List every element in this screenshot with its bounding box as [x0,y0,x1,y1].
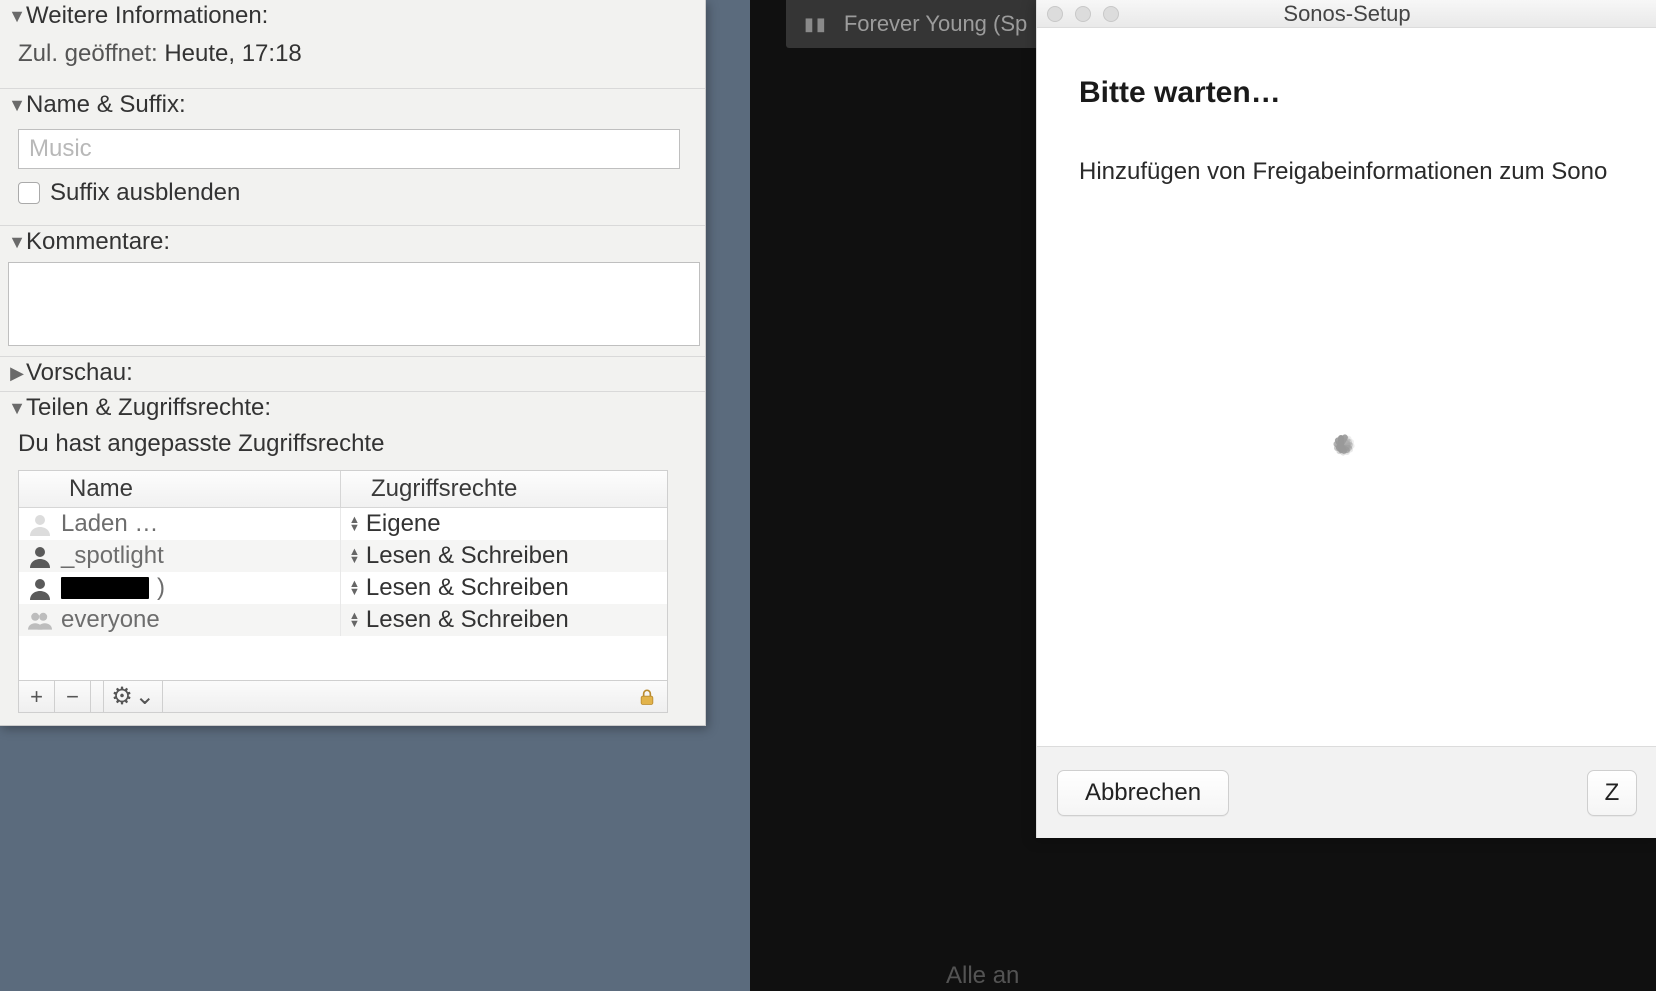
perm-user-name-suffix: ) [157,574,165,602]
sonos-setup-window: Sonos-Setup Bitte warten… Hinzufügen von… [1036,0,1656,838]
traffic-lights [1047,6,1119,22]
section-header-sharing[interactable]: ▼ Teilen & Zugriffsrechte: [0,391,705,426]
perm-value: Lesen & Schreiben [366,542,569,570]
permissions-toolbar: + − ⚙ ⌄ [18,680,668,713]
sonos-body: Bitte warten… Hinzufügen von Freigabeinf… [1037,28,1656,746]
user-icon [27,575,53,601]
section-label: Weitere Informationen: [26,2,268,30]
disclosure-triangle-icon[interactable]: ▼ [8,232,26,253]
group-icon [27,607,53,633]
user-icon [27,543,53,569]
hide-suffix-checkbox[interactable] [18,182,40,204]
sort-arrows-icon[interactable]: ▲▼ [349,580,360,596]
close-icon[interactable] [1047,6,1063,22]
perm-value: Lesen & Schreiben [366,574,569,602]
section-label: Teilen & Zugriffsrechte: [26,394,271,422]
section-body-more-info: Zul. geöffnet: Heute, 17:18 [0,34,705,88]
perm-col-priv: Zugriffsrechte [341,471,667,507]
section-header-comments[interactable]: ▼ Kommentare: [0,225,705,260]
perm-value: Eigene [366,510,441,538]
window-title: Sonos-Setup [1283,1,1410,27]
dialog-footer: Abbrechen Z [1037,746,1656,838]
minimize-icon[interactable] [1075,6,1091,22]
gear-icon: ⚙ [111,682,133,711]
section-label: Kommentare: [26,228,170,256]
loading-spinner-icon [1317,436,1377,496]
lock-button[interactable] [637,681,667,712]
perm-value: Lesen & Schreiben [366,606,569,634]
permissions-table-header: Name Zugriffsrechte [19,471,667,508]
remove-user-button[interactable]: − [55,681,91,712]
disclosure-triangle-icon[interactable]: ▼ [8,398,26,419]
next-button[interactable]: Z [1587,770,1637,816]
user-icon [27,511,53,537]
window-titlebar[interactable]: Sonos-Setup [1037,0,1656,28]
perm-user-name: _spotlight [61,542,164,570]
table-row[interactable]: Laden … ▲▼ Eigene [19,508,667,540]
section-header-name-suffix[interactable]: ▼ Name & Suffix: [0,88,705,123]
section-body-name-suffix: Music Suffix ausblenden [0,123,705,225]
perm-col-name: Name [19,471,341,507]
perm-user-name: everyone [61,606,160,634]
page-title: Bitte warten… [1079,76,1615,110]
zoom-icon[interactable] [1103,6,1119,22]
perm-user-name-redacted [61,577,149,599]
last-opened-label: Zul. geöffnet: [18,40,158,67]
disclosure-triangle-icon[interactable]: ▼ [8,95,26,116]
sort-arrows-icon[interactable]: ▲▼ [349,516,360,532]
section-label: Name & Suffix: [26,91,186,119]
pause-icon[interactable]: ▮▮ [804,14,828,35]
sort-arrows-icon[interactable]: ▲▼ [349,548,360,564]
perm-table-spacer [18,636,668,680]
table-row[interactable]: ) ▲▼ Lesen & Schreiben [19,572,667,604]
now-playing-track: Forever Young (Sp [844,11,1027,37]
permissions-note: Du hast angepasste Zugriffsrechte [0,426,705,466]
section-label: Vorschau: [26,359,133,387]
hide-suffix-label: Suffix ausblenden [50,179,240,207]
section-header-preview[interactable]: ▶ Vorschau: [0,356,705,391]
permissions-actions-menu[interactable]: ⚙ ⌄ [103,681,163,712]
perm-user-name: Laden … [61,510,158,538]
table-row[interactable]: _spotlight ▲▼ Lesen & Schreiben [19,540,667,572]
spinner-wrap [1079,186,1615,746]
disclosure-triangle-icon[interactable]: ▼ [8,6,26,27]
disclosure-triangle-icon[interactable]: ▶ [8,363,26,384]
permissions-table: Name Zugriffsrechte Laden … ▲▼ Eigene _s… [18,470,668,636]
last-opened-value: Heute, 17:18 [164,40,301,67]
comments-textarea[interactable] [8,262,700,346]
get-info-window: ▼ Weitere Informationen: Zul. geöffnet: … [0,0,706,726]
music-now-playing-bar: ▮▮ Forever Young (Sp [786,0,1046,48]
section-header-more-info[interactable]: ▼ Weitere Informationen: [0,0,705,34]
section-body-comments [0,260,705,356]
chevron-down-icon: ⌄ [135,682,155,711]
cancel-button[interactable]: Abbrechen [1057,770,1229,816]
background-button-text: Alle an [946,962,1019,990]
sort-arrows-icon[interactable]: ▲▼ [349,612,360,628]
name-input[interactable]: Music [18,129,680,169]
add-user-button[interactable]: + [19,681,55,712]
status-message: Hinzufügen von Freigabeinformationen zum… [1079,158,1615,186]
table-row[interactable]: everyone ▲▼ Lesen & Schreiben [19,604,667,636]
